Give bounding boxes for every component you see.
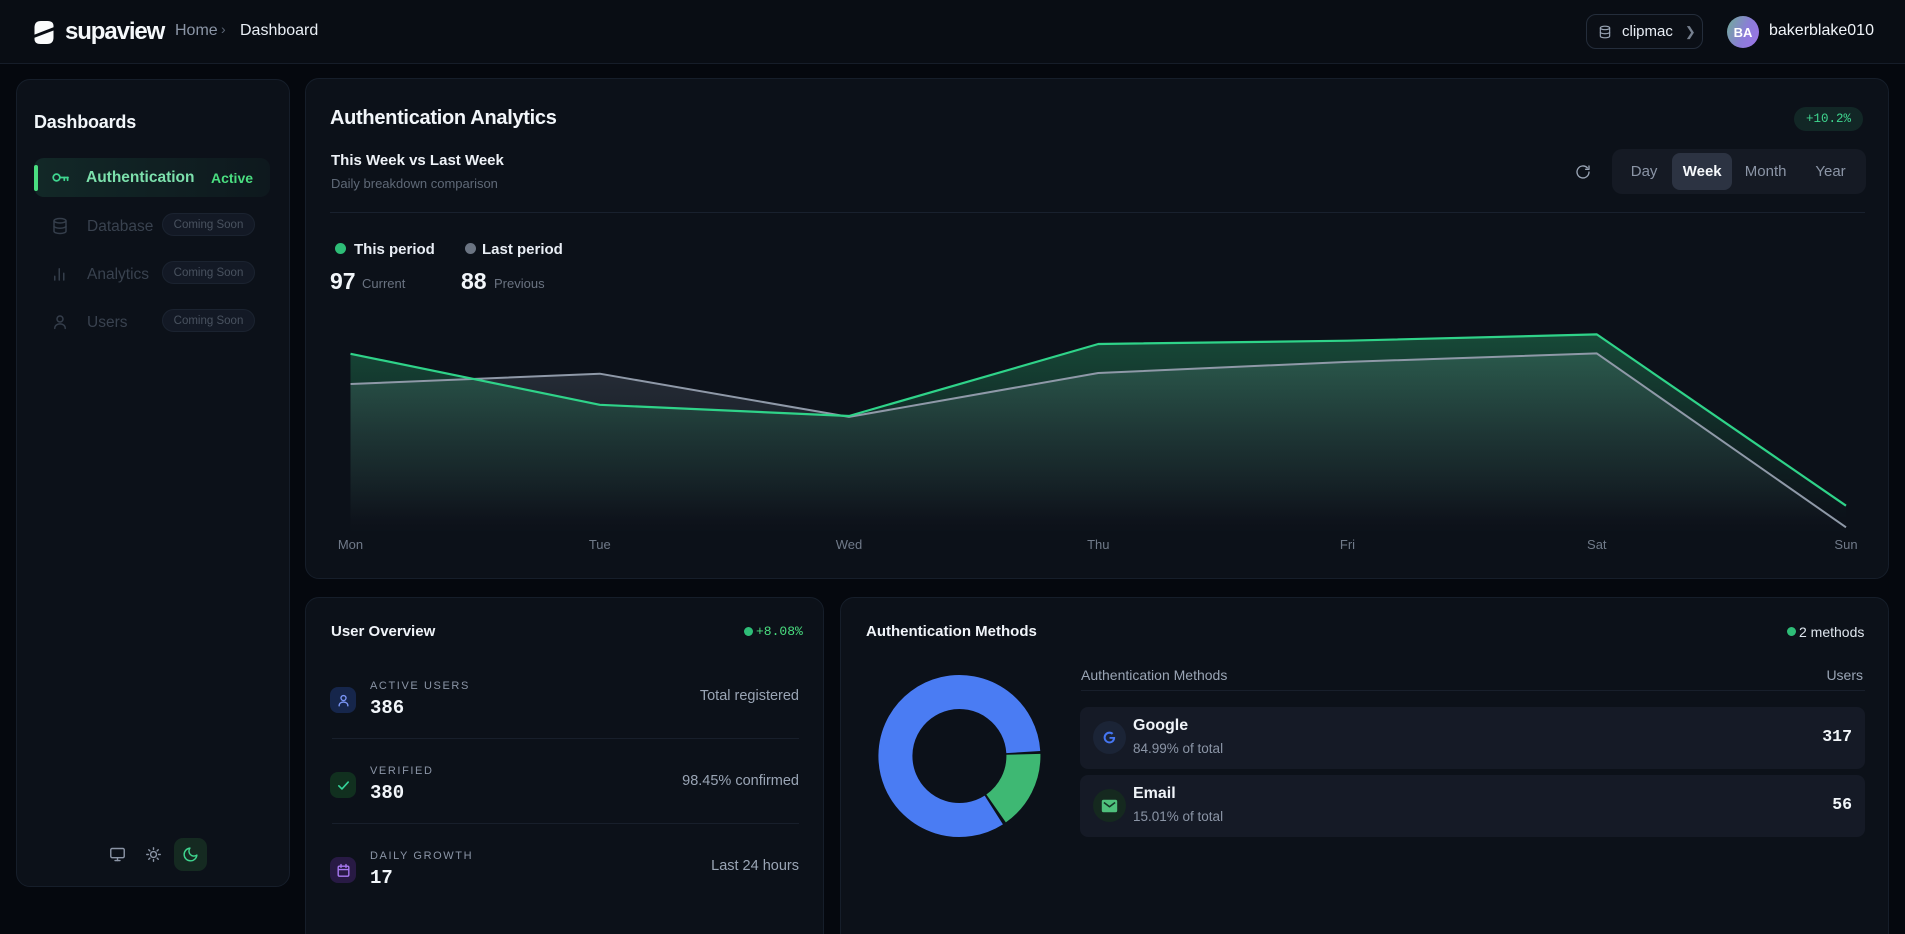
svg-text:Thu: Thu xyxy=(1087,537,1109,552)
svg-text:Sun: Sun xyxy=(1834,537,1857,552)
svg-text:Mon: Mon xyxy=(338,537,363,552)
svg-text:Wed: Wed xyxy=(836,537,863,552)
svg-text:Tue: Tue xyxy=(589,537,611,552)
svg-text:Sat: Sat xyxy=(1587,537,1607,552)
svg-text:Fri: Fri xyxy=(1340,537,1355,552)
